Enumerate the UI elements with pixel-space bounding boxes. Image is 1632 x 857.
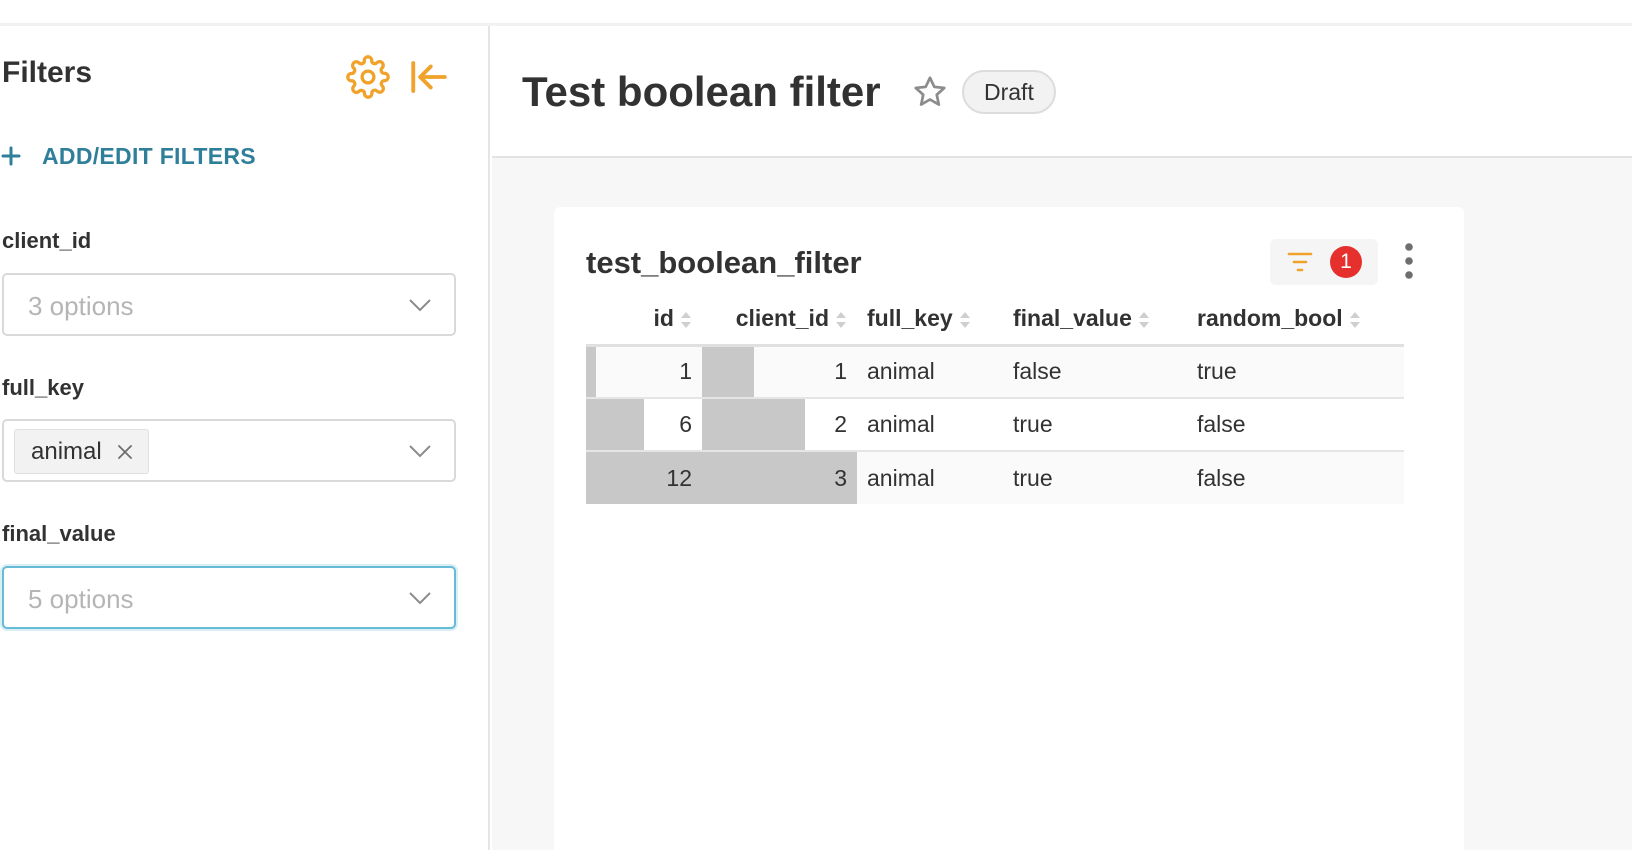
final-value-select[interactable]: 5 options bbox=[2, 566, 456, 629]
table-row: 1 1 animal false true bbox=[586, 345, 1404, 399]
page-title: Test boolean filter bbox=[522, 68, 881, 115]
add-edit-filters-button[interactable]: ADD/EDIT FILTERS bbox=[0, 136, 256, 176]
collapse-left-icon[interactable] bbox=[408, 55, 450, 99]
dashboard-main: Test boolean filter Draft test_boolean_f… bbox=[492, 26, 1632, 857]
cell-final-value: false bbox=[1003, 345, 1187, 399]
cell-random-bool: false bbox=[1187, 398, 1404, 452]
dashboard-header: Test boolean filter Draft bbox=[492, 26, 1632, 158]
table-row: 6 2 animal true false bbox=[586, 398, 1404, 452]
client-id-select[interactable]: 3 options bbox=[2, 273, 456, 336]
filter-label-final-value: final_value bbox=[2, 521, 116, 546]
column-header-final-value[interactable]: final_value bbox=[1003, 293, 1187, 347]
cell-id: 1 bbox=[586, 345, 702, 399]
cell-final-value: true bbox=[1003, 451, 1187, 504]
sort-icon bbox=[1349, 311, 1360, 328]
chart-card: test_boolean_filter 1 id client_id full_… bbox=[554, 207, 1464, 857]
full-key-select[interactable]: animal bbox=[2, 419, 456, 482]
cell-client-id: 2 bbox=[702, 398, 857, 452]
plus-icon bbox=[1, 146, 21, 166]
column-header-id[interactable]: id bbox=[586, 293, 702, 347]
close-icon[interactable] bbox=[116, 443, 134, 461]
selected-tag-label: animal bbox=[31, 437, 102, 465]
table-row: 12 3 animal true false bbox=[586, 451, 1404, 504]
filter-label-client-id: client_id bbox=[2, 228, 92, 253]
chart-title: test_boolean_filter bbox=[586, 245, 862, 280]
column-header-full-key[interactable]: full_key bbox=[857, 293, 1003, 347]
filter-sidebar: Filters ADD/EDIT FILTERS client_id 3 opt… bbox=[0, 26, 490, 850]
cell-final-value: true bbox=[1003, 398, 1187, 452]
cell-id: 12 bbox=[586, 451, 702, 504]
column-header-random-bool[interactable]: random_bool bbox=[1187, 293, 1404, 347]
status-badge[interactable]: Draft bbox=[962, 70, 1056, 114]
gear-icon[interactable] bbox=[346, 55, 390, 99]
cell-random-bool: true bbox=[1187, 345, 1404, 399]
kebab-icon[interactable] bbox=[1402, 241, 1416, 281]
filters-title: Filters bbox=[2, 56, 93, 89]
table-header-row: id client_id full_key final_value random… bbox=[586, 293, 1404, 347]
star-icon[interactable] bbox=[912, 74, 948, 110]
sort-icon bbox=[959, 311, 970, 328]
final-value-placeholder: 5 options bbox=[28, 584, 134, 614]
chevron-down-icon bbox=[409, 592, 431, 605]
filter-indicator-button[interactable]: 1 bbox=[1270, 239, 1378, 285]
cell-full-key: animal bbox=[857, 345, 1003, 399]
cell-full-key: animal bbox=[857, 398, 1003, 452]
sort-icon bbox=[681, 311, 691, 328]
cell-full-key: animal bbox=[857, 451, 1003, 504]
add-edit-filters-label: ADD/EDIT FILTERS bbox=[42, 142, 256, 169]
data-table: id client_id full_key final_value random… bbox=[586, 293, 1404, 504]
cell-id: 6 bbox=[586, 398, 702, 452]
cell-random-bool: false bbox=[1187, 451, 1404, 504]
chevron-down-icon bbox=[409, 299, 431, 312]
cell-client-id: 3 bbox=[702, 451, 857, 504]
sort-icon bbox=[836, 311, 846, 328]
column-header-client-id[interactable]: client_id bbox=[702, 293, 857, 347]
top-bar bbox=[0, 0, 1632, 26]
filter-label-full-key: full_key bbox=[2, 375, 84, 400]
client-id-placeholder: 3 options bbox=[28, 291, 134, 321]
cell-client-id: 1 bbox=[702, 345, 857, 399]
filter-icon bbox=[1287, 252, 1313, 272]
sort-icon bbox=[1138, 311, 1149, 328]
chevron-down-icon bbox=[409, 445, 431, 458]
filter-count-badge: 1 bbox=[1330, 246, 1362, 278]
selected-tag: animal bbox=[14, 429, 149, 474]
